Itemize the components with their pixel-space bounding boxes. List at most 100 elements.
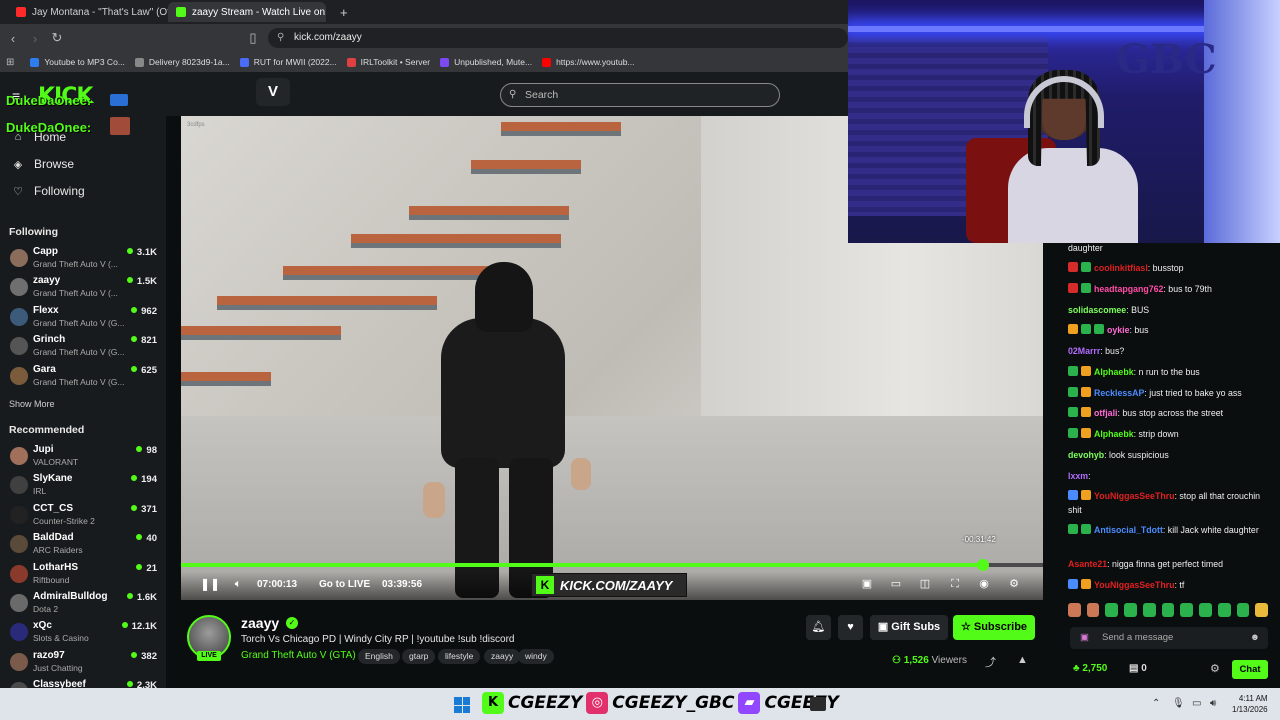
chat-username[interactable]: coolinkitfiasl xyxy=(1094,263,1148,273)
browser-tab-active[interactable]: zaayy Stream - Watch Live on ✕ xyxy=(168,2,326,22)
fullscreen-icon[interactable]: ⛶ xyxy=(948,577,962,591)
chat-username[interactable]: YouNiggasSeeThru xyxy=(1094,491,1175,501)
volume-icon[interactable]: 🔈︎ xyxy=(231,577,245,591)
chat-username[interactable]: headtapgang762 xyxy=(1094,284,1163,294)
new-tab-button[interactable]: + xyxy=(332,2,352,22)
notification-bell-button[interactable]: 🔔︎ xyxy=(806,615,831,640)
gift-icon[interactable]: ▣ xyxy=(1080,627,1089,649)
chat-username[interactable]: RecklessAP xyxy=(1094,388,1144,398)
windows-start-icon[interactable] xyxy=(454,697,470,713)
bookmark-item[interactable]: IRLToolkit • Server xyxy=(346,57,430,67)
nav-home[interactable]: ⌂ Home xyxy=(10,130,66,144)
streamer-name[interactable]: zaayy xyxy=(241,615,279,631)
chat-username[interactable]: YouNiggasSeeThru xyxy=(1094,580,1175,590)
network-icon[interactable]: ▭ xyxy=(1192,698,1201,709)
share-icon[interactable]: ⤴ xyxy=(985,654,996,670)
seek-bar[interactable] xyxy=(181,563,1043,567)
browser-tab[interactable]: Jay Montana - "That's Law" (Offic xyxy=(8,2,168,22)
gift-count[interactable]: ▤ 0 xyxy=(1129,663,1147,674)
chat-username[interactable]: oykie xyxy=(1107,325,1130,335)
bookmark-item[interactable]: Youtube to MP3 Co... xyxy=(30,57,125,67)
emoji-icon[interactable]: ☻ xyxy=(1250,627,1260,649)
bookmark-icon[interactable]: ▯ xyxy=(242,30,264,46)
sidebar-channel[interactable]: Jupi VALORANT 98 xyxy=(0,443,166,472)
emote-icon[interactable] xyxy=(1142,603,1156,617)
nav-following[interactable]: ♡ Following xyxy=(10,184,85,198)
sidebar-channel[interactable]: razo97 Just Chatting 382 xyxy=(0,649,166,678)
emote-icon[interactable] xyxy=(1105,603,1119,617)
emote-icon[interactable] xyxy=(1255,603,1269,617)
close-tab-icon[interactable]: ✕ xyxy=(325,6,326,19)
stream-tag[interactable]: windy xyxy=(518,649,554,664)
stream-category[interactable]: Grand Theft Auto V (GTA) xyxy=(241,650,356,661)
sidebar-channel[interactable]: Grinch Grand Theft Auto V (G... 821 xyxy=(0,333,166,362)
bookmark-item[interactable]: Unpublished, Mute... xyxy=(440,57,532,67)
tray-overflow-icon[interactable]: ⌃ xyxy=(1152,698,1160,709)
chat-username[interactable]: lxxm xyxy=(1068,471,1088,481)
sidebar-channel[interactable]: CCT_CS Counter-Strike 2 371 xyxy=(0,502,166,531)
pause-icon[interactable]: ❚❚ xyxy=(200,577,220,591)
site-logo[interactable]: V xyxy=(256,78,290,106)
sidebar-channel[interactable]: Capp Grand Theft Auto V (... 3.1K xyxy=(0,245,166,274)
terminal-app-icon[interactable] xyxy=(810,697,826,711)
bookmark-item[interactable]: Delivery 8023d9-1a... xyxy=(134,57,230,67)
bookmark-item[interactable]: https://www.youtub... xyxy=(542,57,635,67)
emote-icon[interactable] xyxy=(1180,603,1194,617)
chat-username[interactable]: Alphaebk xyxy=(1094,429,1134,439)
show-more-link[interactable]: Show More xyxy=(9,399,55,409)
channel-points[interactable]: ♣ 2,750 xyxy=(1073,663,1107,674)
reload-icon[interactable]: ↻ xyxy=(46,30,68,46)
theater-mode-icon[interactable]: ▭ xyxy=(889,577,903,591)
system-clock[interactable]: 4:11 AM 1/13/2026 xyxy=(1232,693,1268,715)
emote-icon[interactable] xyxy=(1068,603,1081,617)
chat-settings-icon[interactable]: ⚙ xyxy=(1210,662,1220,675)
speaker-icon[interactable]: 🔊︎ xyxy=(1210,698,1216,709)
site-info-icon[interactable]: ⚲ xyxy=(277,28,284,48)
sidebar-channel[interactable]: Gara Grand Theft Auto V (G... 625 xyxy=(0,363,166,392)
gift-subs-button[interactable]: ▣ Gift Subs xyxy=(870,615,948,640)
stream-tag[interactable]: English xyxy=(358,649,400,664)
back-icon[interactable]: ‹ xyxy=(2,31,24,46)
chat-username[interactable]: Antisocial_Tdott xyxy=(1094,525,1163,535)
quality-icon[interactable]: ◉ xyxy=(977,577,991,591)
follow-heart-button[interactable]: ♥ xyxy=(838,615,863,640)
sidebar-channel[interactable]: SlyKane IRL 194 xyxy=(0,472,166,501)
chat-username[interactable]: Alphaebk xyxy=(1094,367,1134,377)
emote-icon[interactable] xyxy=(1236,603,1250,617)
chat-message-input[interactable]: ▣ Send a message ☻ xyxy=(1070,627,1268,649)
url-field[interactable]: ⚲ kick.com/zaayy xyxy=(268,28,848,48)
stream-tag[interactable]: gtarp xyxy=(402,649,436,664)
sidebar-channel[interactable]: BaldDad ARC Raiders 40 xyxy=(0,531,166,560)
microphone-icon[interactable]: 🎙︎ xyxy=(1172,698,1185,709)
apps-grid-icon[interactable]: ⊞ xyxy=(6,57,14,68)
chat-username[interactable]: solidascomee xyxy=(1068,305,1126,315)
chat-username[interactable]: devohyb xyxy=(1068,450,1104,460)
clip-icon[interactable]: ▣ xyxy=(860,577,874,591)
emote-icon[interactable] xyxy=(1124,603,1137,617)
nav-browse[interactable]: ◈ Browse xyxy=(10,157,74,171)
report-icon[interactable]: ▲ xyxy=(1017,654,1028,666)
pip-icon[interactable]: ◫ xyxy=(918,577,932,591)
emote-icon[interactable] xyxy=(1161,603,1175,617)
chat-send-button[interactable]: Chat xyxy=(1232,660,1268,679)
seek-handle[interactable] xyxy=(976,559,989,571)
stream-tag[interactable]: lifestyle xyxy=(438,649,481,664)
chat-username[interactable]: otfjali xyxy=(1094,408,1117,418)
sidebar-channel[interactable]: LotharHS Riftbound 21 xyxy=(0,561,166,590)
sidebar-channel[interactable]: Flexx Grand Theft Auto V (G... 962 xyxy=(0,304,166,333)
emote-icon[interactable] xyxy=(1199,603,1212,617)
sidebar-channel[interactable]: zaayy Grand Theft Auto V (... 1.5K xyxy=(0,274,166,303)
chat-username[interactable]: 02Marrr xyxy=(1068,346,1100,356)
sidebar-channel[interactable]: xQc Slots & Casino 12.1K xyxy=(0,619,166,648)
chat-username[interactable]: Asante21 xyxy=(1068,559,1107,569)
stream-tag[interactable]: zaayy xyxy=(484,649,521,664)
emote-icon[interactable] xyxy=(1086,603,1100,617)
sidebar-channel[interactable]: AdmiralBulldog Dota 2 1.6K xyxy=(0,590,166,619)
settings-gear-icon[interactable]: ⚙ xyxy=(1007,577,1021,591)
subscribe-button[interactable]: ☆ Subscribe xyxy=(953,615,1035,640)
search-input[interactable]: ⚲ Search xyxy=(500,83,780,107)
go-to-live-button[interactable]: Go to LIVE xyxy=(319,579,370,590)
emote-icon[interactable] xyxy=(1217,603,1231,617)
bookmark-item[interactable]: RUT for MWII (2022... xyxy=(239,57,337,67)
forward-icon[interactable]: › xyxy=(24,31,46,46)
